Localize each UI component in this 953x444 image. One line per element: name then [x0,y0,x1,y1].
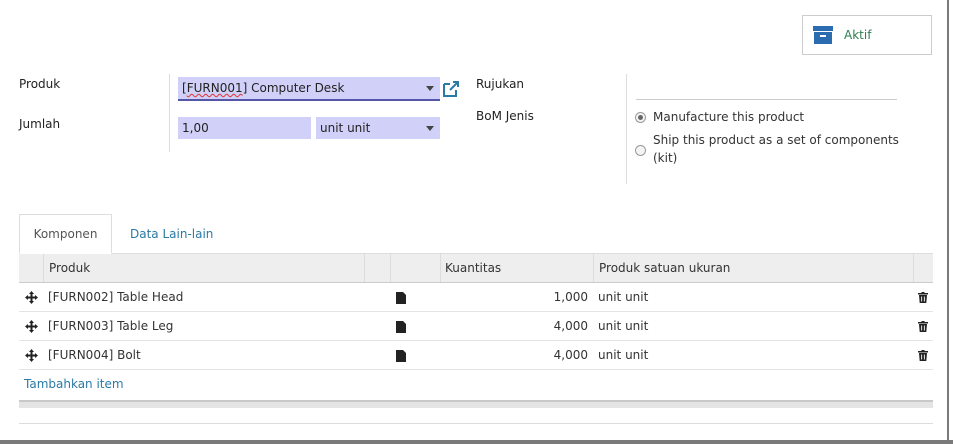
form-divider-left [169,74,170,152]
table-row[interactable]: [FURN004] Bolt 4,000 unit unit [19,341,933,370]
form-divider-right [626,74,627,184]
column-separator [364,254,365,282]
product-label: Produk [19,77,61,91]
column-separator [440,254,441,282]
reference-input[interactable] [636,99,897,100]
row-product: [FURN002] Table Head [48,290,184,304]
active-toggle-button[interactable]: Aktif [802,15,932,55]
drag-handle-icon[interactable] [25,320,38,333]
uom-value: unit unit [320,121,371,135]
table-row[interactable]: [FURN003] Table Leg 4,000 unit unit [19,312,933,341]
drag-handle-icon[interactable] [25,349,38,362]
row-quantity: 4,000 [553,319,588,333]
column-separator [390,254,391,282]
tab-other-data[interactable]: Data Lain-lain [130,214,213,254]
radio-kit[interactable] [635,145,646,156]
document-icon[interactable] [396,292,406,304]
column-header-product[interactable]: Produk [49,254,90,282]
product-select[interactable]: [FURN001] Computer Desk [178,77,440,101]
quantity-label: Jumlah [19,117,61,131]
product-code: FURN001 [186,81,243,95]
trash-icon[interactable] [918,350,928,361]
window-edge-bottom [0,440,953,444]
row-uom: unit unit [598,290,649,304]
document-icon[interactable] [396,321,406,333]
section-divider [19,423,933,424]
column-separator [593,254,594,282]
column-separator [913,254,914,282]
chevron-down-icon[interactable] [426,126,434,131]
document-icon[interactable] [396,350,406,362]
trash-icon[interactable] [918,292,928,303]
external-link-icon[interactable] [441,79,461,99]
row-product: [FURN003] Table Leg [48,319,174,333]
active-status-label: Aktif [844,28,872,42]
uom-select[interactable]: unit unit [316,117,440,139]
column-header-uom[interactable]: Produk satuan ukuran [599,254,730,282]
reference-label: Rujukan [476,77,525,91]
product-name: Computer Desk [247,81,345,95]
table-header: Produk Kuantitas Produk satuan ukuran [19,254,933,283]
bom-type-label: BoM Jenis [476,109,534,123]
radio-manufacture-label: Manufacture this product [653,110,805,124]
row-uom: unit unit [598,319,649,333]
row-uom: unit unit [598,348,649,362]
column-separator [43,254,44,282]
quantity-input[interactable]: 1,00 [178,117,311,139]
column-header-quantity[interactable]: Kuantitas [445,254,501,282]
chevron-down-icon[interactable] [426,86,434,91]
radio-manufacture[interactable] [635,112,646,123]
tab-components[interactable]: Komponen [19,214,112,254]
window-edge-right [947,0,949,444]
radio-kit-label: Ship this product as a set of components [653,133,899,147]
table-footer [19,400,933,408]
row-product: [FURN004] Bolt [48,348,141,362]
row-quantity: 4,000 [553,348,588,362]
radio-kit-label-line2: (kit) [653,151,678,165]
trash-icon[interactable] [918,321,928,332]
table-row[interactable]: [FURN002] Table Head 1,000 unit unit [19,283,933,312]
drag-handle-icon[interactable] [25,291,38,304]
archive-box-icon [813,26,833,44]
add-item-link[interactable]: Tambahkan item [24,377,124,391]
row-quantity: 1,000 [553,290,588,304]
